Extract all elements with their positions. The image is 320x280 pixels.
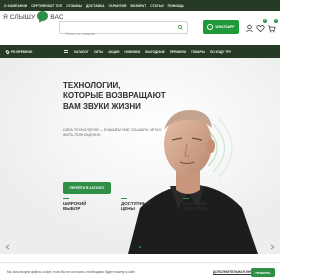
nav-item-catalog[interactable]: КАТАЛОГ (74, 50, 89, 54)
feature-prices: ДОСТУПНЫЕ ЦЕНЫ (121, 198, 150, 212)
top-link[interactable]: ДОСТАВКА (86, 4, 105, 8)
main-nav: РЕ:ВРЕМЕНИ КАТАЛОГ ХИТЫ АКЦИИ НОВИНКИ ВЫ… (0, 45, 280, 58)
slider-next-icon (270, 244, 275, 250)
hero-subtitle-line: СИЛА ТЕХНОЛОГИЙ — В ВАШЕМ УМЕ СЛЫШАТЬ ЧЁ… (63, 128, 163, 132)
hero-title: ТЕХНОЛОГИИ, КОТОРЫЕ ВОЗВРАЩАЮТ ВАМ ЗВУКИ… (63, 81, 183, 112)
top-link[interactable]: ПОМОЩЬ (168, 4, 184, 8)
nav-item-sales[interactable]: АКЦИИ (108, 50, 119, 54)
location-pin-icon (5, 49, 10, 54)
hero-subtitle-line: ЖИТЬ ПОЛНОЦЕННО (63, 132, 101, 137)
cart-count-badge: 0 (274, 19, 278, 23)
top-link[interactable]: СЕРТИФИКАТ ТОП (31, 4, 62, 8)
header-icons: 0 0 (245, 19, 278, 34)
slider-prev-icon (5, 244, 10, 250)
nav-item-goods[interactable]: ТОВАРЫ (191, 50, 205, 54)
nav-item-premium[interactable]: ПРЕМИУМ (170, 50, 186, 54)
feature-dash (63, 198, 69, 199)
city-selector[interactable]: РЕ:ВРЕМЕНИ (5, 49, 64, 54)
feature-dash (183, 198, 189, 199)
whatsapp-label: WHATSAPP (215, 25, 235, 29)
go-to-catalog-button[interactable]: ПЕРЕЙТИ В КАТАЛОГ (63, 182, 111, 194)
user-icon[interactable] (245, 20, 254, 33)
site-logo[interactable]: Я СЛЫШУ ВАС (3, 11, 64, 24)
logo-text-right: ВАС (50, 14, 64, 21)
search-box (59, 21, 188, 40)
speech-bubble-icon (36, 11, 49, 24)
feature-line: ДОСТАВКА (183, 206, 208, 212)
cart-icon[interactable]: 0 (267, 19, 278, 33)
cookie-banner: Мы используем файлы cookie, если Вы не с… (0, 262, 280, 280)
top-link[interactable]: ГАРАНТИЯ (109, 4, 127, 8)
feature-dash (121, 198, 127, 199)
nav-item-new[interactable]: НОВИНКИ (124, 50, 140, 54)
feature-delivery: БЫСТРАЯ ДОСТАВКА (183, 198, 208, 212)
top-link[interactable]: О КОМПАНИИ (4, 4, 27, 8)
search-input[interactable] (60, 28, 172, 40)
top-link[interactable]: СТАТЬИ (150, 4, 163, 8)
logo-text-left: Я СЛЫШУ (3, 14, 36, 21)
hero-title-line: КОТОРЫЕ ВОЗВРАЩАЮТ (63, 91, 166, 101)
city-label: РЕ:ВРЕМЕНИ (11, 49, 33, 54)
top-link[interactable]: ВОЗВРАТ (130, 4, 146, 8)
whatsapp-icon (207, 24, 214, 30)
hero-subtitle: СИЛА ТЕХНОЛОГИЙ — В ВАШЕМ УМЕ СЛЫШАТЬ ЧЁ… (63, 128, 163, 137)
slider-arrows (5, 244, 275, 250)
search-icon[interactable] (178, 25, 183, 30)
top-links-bar: О КОМПАНИИ СЕРТИФИКАТ ТОП ОТЗЫВЫ ДОСТАВК… (0, 0, 280, 11)
hero-title-line: ВАМ ЗВУКИ ЖИЗНИ (63, 101, 141, 111)
burger-icon[interactable] (64, 50, 68, 53)
cookie-text: Мы используем файлы cookie, если Вы не с… (7, 269, 135, 274)
top-link[interactable]: ОТЗЫВЫ (66, 4, 82, 8)
slider-dot-active (139, 246, 141, 248)
feature-line: ЦЕНЫ (121, 206, 135, 212)
nav-item-tru[interactable]: ПО КОДУ ТРУ (210, 50, 231, 54)
hero-title-line: ТЕХНОЛОГИИ, (63, 81, 121, 90)
nav-item-profitable[interactable]: ВЫГОДНЫЕ (145, 50, 164, 54)
nav-menu: КАТАЛОГ ХИТЫ АКЦИИ НОВИНКИ ВЫГОДНЫЕ ПРЕМ… (64, 50, 231, 54)
nav-item-hits[interactable]: ХИТЫ (94, 50, 104, 54)
cookie-accept-button[interactable]: ПРИНЯТЬ (251, 268, 275, 277)
feature-line: ВЫБОР (63, 206, 81, 212)
heart-icon[interactable]: 0 (256, 19, 267, 33)
feature-wide-choice: ШИРОКИЙ ВЫБОР (63, 198, 86, 212)
whatsapp-button[interactable]: WHATSAPP (203, 20, 239, 34)
